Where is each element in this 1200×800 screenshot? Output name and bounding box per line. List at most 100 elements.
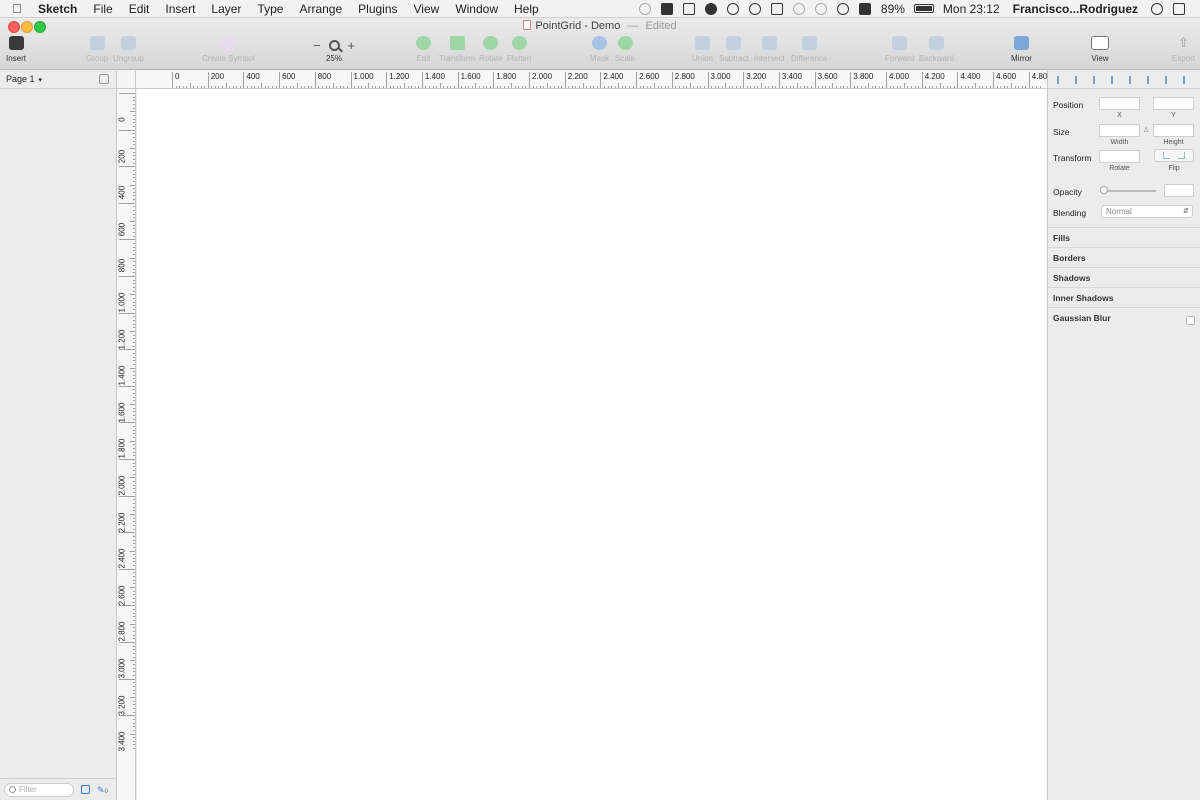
fork-icon[interactable] — [748, 2, 761, 15]
spotlight-icon[interactable] — [1151, 2, 1163, 15]
intersect-icon — [761, 36, 777, 50]
align-top-icon[interactable] — [1111, 75, 1119, 84]
union-button[interactable]: Union — [692, 36, 713, 63]
time-machine-icon[interactable] — [792, 2, 805, 15]
subtract-icon — [726, 36, 742, 50]
opacity-slider[interactable] — [1101, 190, 1156, 192]
view-button[interactable]: View — [1091, 36, 1109, 63]
airplay-icon[interactable] — [770, 2, 783, 15]
flip-vertical-icon[interactable] — [1178, 152, 1185, 159]
distribute-horizontal-icon[interactable] — [1165, 75, 1173, 84]
blending-select[interactable]: Normal ⇵ — [1101, 205, 1193, 218]
menu-help[interactable]: Help — [506, 2, 547, 16]
intersect-button[interactable]: Intersect — [754, 36, 785, 63]
ruler-v-tick — [133, 177, 135, 179]
group-button[interactable]: Group — [86, 36, 108, 63]
menu-file[interactable]: File — [85, 2, 120, 16]
filter-input[interactable]: Filter — [4, 782, 74, 797]
ruler-v-tick — [119, 349, 135, 351]
page-selector[interactable]: Page 1 ▾ — [0, 71, 116, 89]
menu-view[interactable]: View — [406, 2, 448, 16]
inner-shadows-section[interactable]: Inner Shadows — [1048, 287, 1200, 307]
align-left-icon[interactable] — [1057, 75, 1065, 84]
evernote-icon[interactable] — [660, 2, 673, 15]
ungroup-button[interactable]: Ungroup — [113, 36, 144, 63]
canvas[interactable] — [137, 89, 1047, 800]
export-icon: ⇧ — [1178, 35, 1190, 50]
apple-icon[interactable]:  — [0, 1, 34, 16]
magnifier-icon[interactable] — [328, 39, 340, 51]
lock-ratio-icon[interactable]: ∆ — [1144, 127, 1148, 134]
mask-button[interactable]: Mask — [590, 36, 609, 63]
flip-control[interactable] — [1154, 149, 1194, 162]
borders-section[interactable]: Borders — [1048, 247, 1200, 267]
align-middle-icon[interactable] — [1129, 75, 1137, 84]
menu-plugins[interactable]: Plugins — [350, 2, 405, 16]
pencil-filter-icon[interactable]: ✎0 — [97, 785, 111, 795]
battery-icon[interactable] — [913, 4, 934, 13]
align-bottom-icon[interactable] — [1147, 75, 1155, 84]
gaussian-blur-section[interactable]: Gaussian Blur — [1048, 307, 1200, 327]
fills-section[interactable]: Fills — [1048, 227, 1200, 247]
horizontal-ruler[interactable]: 0 200 400 600 800 1.000 1.200 1.400 1.600 1.800 2.… — [136, 71, 1047, 89]
wifi-icon[interactable] — [836, 2, 849, 15]
ruler-h-label: 3.800 — [853, 72, 874, 81]
forward-button[interactable]: Forward — [885, 36, 914, 63]
edit-icon — [416, 36, 431, 50]
align-right-icon[interactable] — [1093, 75, 1101, 84]
mirror-button[interactable]: Mirror — [1011, 36, 1032, 63]
distribute-vertical-icon[interactable] — [1183, 75, 1191, 84]
add-page-icon[interactable] — [99, 74, 109, 84]
shadows-section[interactable]: Shadows — [1048, 267, 1200, 287]
zoom-out-button[interactable]: − — [313, 38, 321, 53]
menu-edit[interactable]: Edit — [121, 2, 158, 16]
status-circle-icon[interactable] — [638, 2, 651, 15]
menu-arrange[interactable]: Arrange — [291, 2, 350, 16]
transform-button[interactable]: Transform — [439, 36, 475, 63]
align-center-icon[interactable] — [1075, 75, 1083, 84]
gaussian-blur-checkbox[interactable] — [1186, 316, 1195, 325]
menu-layer[interactable]: Layer — [203, 2, 249, 16]
position-x-field[interactable] — [1099, 97, 1140, 110]
difference-button[interactable]: Difference — [791, 36, 827, 63]
position-y-field[interactable] — [1153, 97, 1194, 110]
create-symbol-button[interactable]: Create Symbol — [202, 36, 255, 63]
clock[interactable]: Mon 23:12 — [938, 2, 1005, 16]
scale-button[interactable]: Scale — [615, 36, 635, 63]
ruler-h-label: 3.000 — [710, 72, 731, 81]
bluetooth-icon[interactable] — [814, 2, 827, 15]
ruler-h-label: 400 — [246, 72, 260, 81]
user-menu[interactable]: Francisco...Rodriguez — [1005, 2, 1146, 16]
ruler-h-label: 2.000 — [532, 72, 553, 81]
rotate-button[interactable]: Rotate — [479, 36, 503, 63]
ruler-v-tick — [133, 254, 135, 256]
ruler-v-tick — [133, 667, 135, 669]
height-field[interactable] — [1153, 124, 1194, 137]
width-field[interactable] — [1099, 124, 1140, 137]
flip-horizontal-icon[interactable] — [1163, 152, 1170, 159]
insert-button[interactable]: Insert — [6, 36, 26, 63]
volume-icon[interactable] — [858, 2, 871, 15]
opacity-slider-knob[interactable] — [1100, 186, 1108, 194]
vertical-ruler[interactable]: 0 200 400 600 800 1.000 1.200 1.400 1.600 1.800 2.… — [117, 89, 136, 800]
ruler-v-tick — [133, 374, 135, 376]
ruler-v-tick — [133, 363, 135, 365]
drop-icon[interactable] — [704, 2, 717, 15]
menu-app[interactable]: Sketch — [34, 2, 85, 16]
width-label: Width — [1110, 139, 1129, 146]
backward-button[interactable]: Backward — [919, 36, 954, 63]
rotate-field[interactable] — [1099, 150, 1140, 163]
artboards-filter-icon[interactable] — [81, 785, 90, 794]
notification-center-icon[interactable] — [1173, 2, 1185, 15]
zoom-in-button[interactable]: + — [347, 38, 355, 53]
grid-tool-icon[interactable] — [682, 2, 695, 15]
edit-button[interactable]: Edit — [416, 36, 431, 63]
subtract-button[interactable]: Subtract — [719, 36, 749, 63]
opacity-field[interactable] — [1164, 184, 1194, 197]
menu-type[interactable]: Type — [249, 2, 291, 16]
glasses-icon[interactable] — [726, 2, 739, 15]
menu-insert[interactable]: Insert — [157, 2, 203, 16]
menu-window[interactable]: Window — [447, 2, 506, 16]
flatten-button[interactable]: Flatten — [507, 36, 531, 63]
export-button[interactable]: ⇧ Export — [1172, 35, 1195, 64]
